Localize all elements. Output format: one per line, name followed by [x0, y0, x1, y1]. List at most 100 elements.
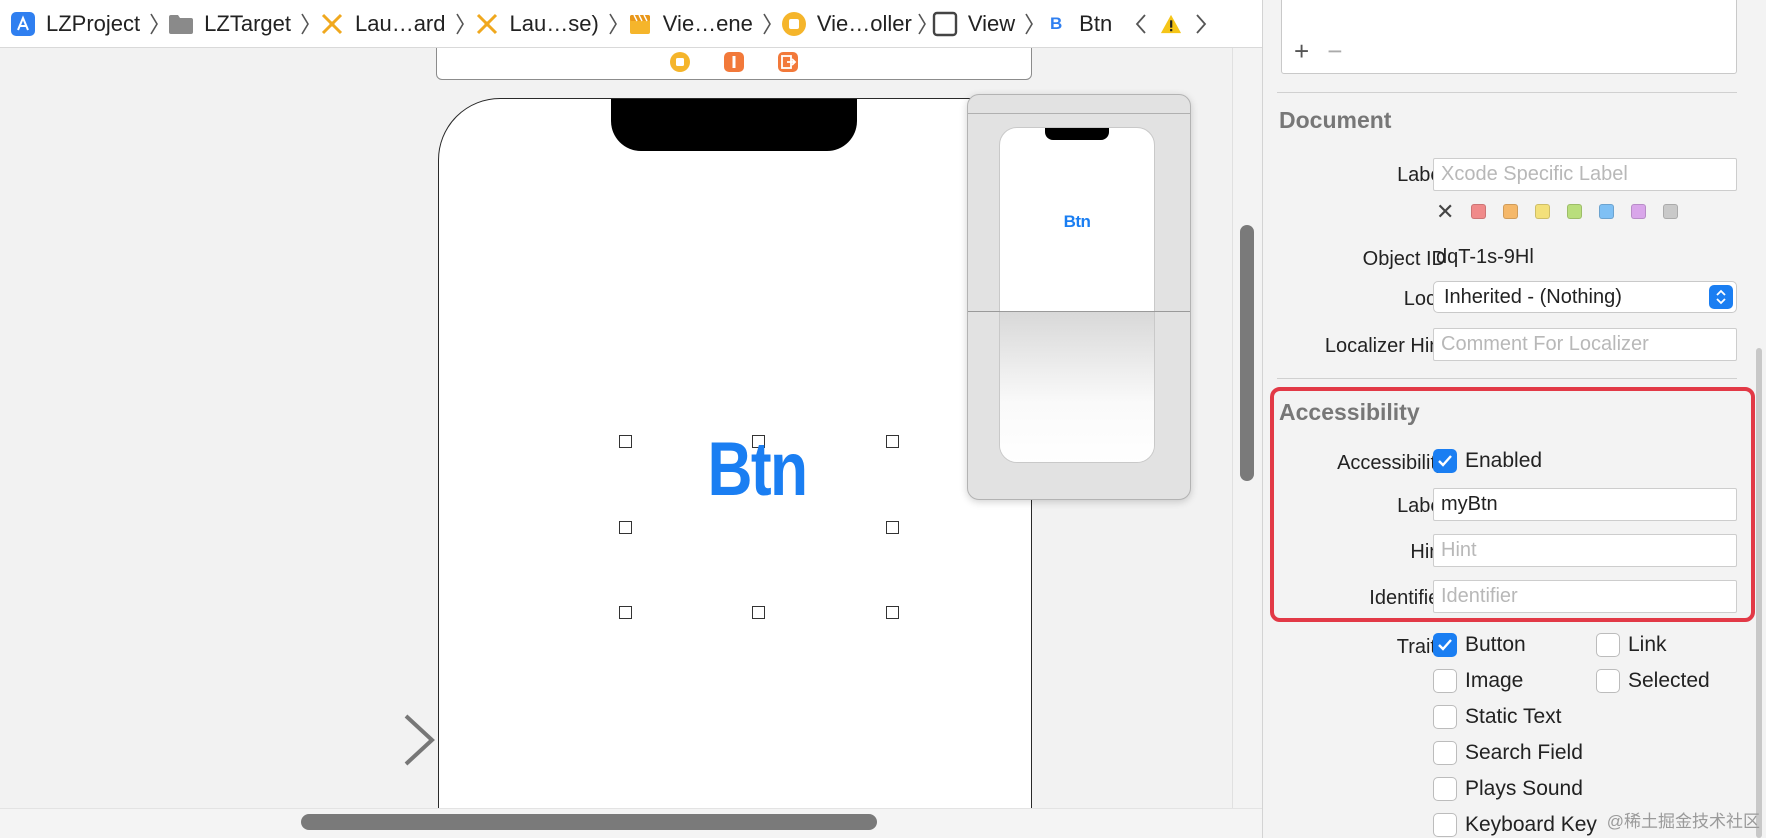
first-responder-icon[interactable] — [723, 51, 745, 73]
chevron-right-icon — [1021, 0, 1037, 48]
selected-button[interactable]: Btn — [691, 419, 822, 519]
view-controller-dock-icon[interactable] — [669, 51, 691, 73]
section-divider — [1277, 92, 1737, 93]
exit-icon[interactable] — [777, 51, 799, 73]
resize-handle[interactable] — [886, 435, 899, 448]
object-id-value: dqT-1s-9Hl — [1436, 246, 1534, 268]
checkbox-label: Static Text — [1465, 705, 1562, 728]
checkbox-box — [1596, 669, 1620, 693]
xcode-label-field[interactable]: Xcode Specific Label — [1433, 158, 1737, 191]
preview-divider — [968, 311, 1190, 312]
crumb-storyboard[interactable]: Lau…ard — [319, 0, 446, 48]
trait-selected-checkbox[interactable]: Selected — [1596, 669, 1710, 693]
crumb-target[interactable]: LZTarget — [168, 0, 291, 48]
vertical-scrollbar[interactable] — [1240, 225, 1254, 481]
resize-handle[interactable] — [752, 606, 765, 619]
trait-link-checkbox[interactable]: Link — [1596, 633, 1667, 657]
trait-plays-sound-checkbox[interactable]: Plays Sound — [1433, 777, 1583, 801]
checkbox-label: Keyboard Key — [1465, 813, 1597, 836]
folder-icon — [168, 11, 194, 37]
document-section-title: Document — [1279, 107, 1392, 133]
resize-handle[interactable] — [886, 606, 899, 619]
checkmark-icon — [1433, 633, 1457, 657]
trait-button-checkbox[interactable]: Button — [1433, 633, 1526, 657]
resize-handle[interactable] — [619, 521, 632, 534]
checkbox-box — [1433, 813, 1457, 837]
traits-label: Traits — [1396, 636, 1446, 658]
entry-point-arrow[interactable] — [286, 712, 436, 768]
add-button[interactable]: + — [1294, 36, 1309, 67]
color-swatch-green[interactable] — [1567, 204, 1583, 219]
checkbox-box — [1433, 705, 1457, 729]
preview-button: Btn — [1063, 212, 1091, 231]
chevron-right-icon — [297, 0, 313, 48]
crumb-label: LZProject — [46, 10, 141, 36]
popup-arrows-icon — [1709, 285, 1733, 309]
crumb-label: View — [967, 10, 1016, 36]
lock-label: Lock — [1403, 288, 1446, 310]
trait-keyboard-key-checkbox[interactable]: Keyboard Key — [1433, 813, 1597, 837]
lock-popup-value: Inherited - (Nothing) — [1444, 286, 1622, 308]
scene-dock — [436, 48, 1032, 80]
device-frame[interactable]: Btn — [438, 98, 1032, 808]
crumb-scene[interactable]: Vie…ene — [627, 0, 753, 48]
user-attributes-list[interactable]: + − — [1281, 0, 1737, 74]
color-swatch-red[interactable] — [1471, 204, 1487, 219]
crumb-project[interactable]: LZProject — [10, 0, 140, 48]
preview-shade — [1000, 312, 1154, 462]
color-swatch-purple[interactable] — [1631, 204, 1647, 219]
crumb-button[interactable]: B Btn — [1043, 0, 1112, 48]
device-notch — [611, 99, 857, 151]
crumb-label: Lau…se) — [509, 10, 599, 36]
crumb-label: Btn — [1079, 10, 1113, 36]
trait-static-text-checkbox[interactable]: Static Text — [1433, 705, 1562, 729]
jump-bar: LZProject LZTarget Lau…ard Lau…se) Vie…e… — [0, 0, 1262, 48]
chevron-right-icon[interactable] — [1190, 9, 1212, 39]
resize-handle[interactable] — [886, 521, 899, 534]
object-id-label: Object ID — [1362, 248, 1446, 270]
checkbox-label: Image — [1465, 669, 1524, 692]
checkbox-label: Search Field — [1465, 741, 1583, 764]
remove-button[interactable]: − — [1327, 36, 1342, 67]
crumb-view[interactable]: View — [932, 0, 1015, 48]
color-swatch-orange[interactable] — [1503, 204, 1519, 219]
section-divider — [1277, 378, 1737, 379]
checkbox-box — [1596, 633, 1620, 657]
preview-device: Btn — [999, 127, 1155, 463]
resize-handle[interactable] — [619, 435, 632, 448]
clear-color-icon[interactable]: ✕ — [1436, 201, 1454, 223]
color-swatch-gray[interactable] — [1663, 204, 1679, 219]
horizontal-scrollbar[interactable] — [301, 814, 877, 830]
color-swatch-yellow[interactable] — [1535, 204, 1551, 219]
preview-notch — [1045, 128, 1109, 140]
trait-search-field-checkbox[interactable]: Search Field — [1433, 741, 1583, 765]
inspector-scrollbar[interactable] — [1756, 348, 1762, 838]
storyboard-canvas[interactable]: Btn Btn — [0, 48, 1232, 808]
crumb-label: Lau…ard — [354, 10, 446, 36]
chevron-right-icon — [452, 0, 468, 48]
scene-icon — [627, 11, 653, 37]
button-icon: B — [1050, 13, 1063, 33]
checkbox-label: Button — [1465, 633, 1526, 656]
resize-handle[interactable] — [619, 606, 632, 619]
watermark: @稀土掘金技术社区 — [1606, 812, 1760, 831]
chevron-left-icon[interactable] — [1130, 9, 1152, 39]
app-icon — [10, 11, 36, 37]
checkbox-box — [1433, 669, 1457, 693]
trait-image-checkbox[interactable]: Image — [1433, 669, 1523, 693]
view-controller-icon — [781, 11, 807, 37]
storyboard-icon — [319, 11, 345, 37]
list-tools: + − — [1294, 36, 1342, 67]
crumb-view-controller[interactable]: Vie…oller — [781, 0, 912, 48]
preview-divider — [968, 113, 1190, 114]
checkbox-box — [1433, 777, 1457, 801]
lock-popup[interactable]: Inherited - (Nothing) — [1433, 281, 1737, 313]
crumb-label: LZTarget — [204, 10, 291, 36]
color-swatch-blue[interactable] — [1599, 204, 1615, 219]
chevron-right-icon — [605, 0, 621, 48]
warning-icon[interactable] — [1160, 9, 1182, 39]
label-color-picker: ✕ — [1436, 201, 1679, 223]
localizer-hint-field[interactable]: Comment For Localizer — [1433, 328, 1737, 361]
accessibility-highlight-box — [1270, 387, 1755, 622]
crumb-storyboard-base[interactable]: Lau…se) — [474, 0, 599, 48]
